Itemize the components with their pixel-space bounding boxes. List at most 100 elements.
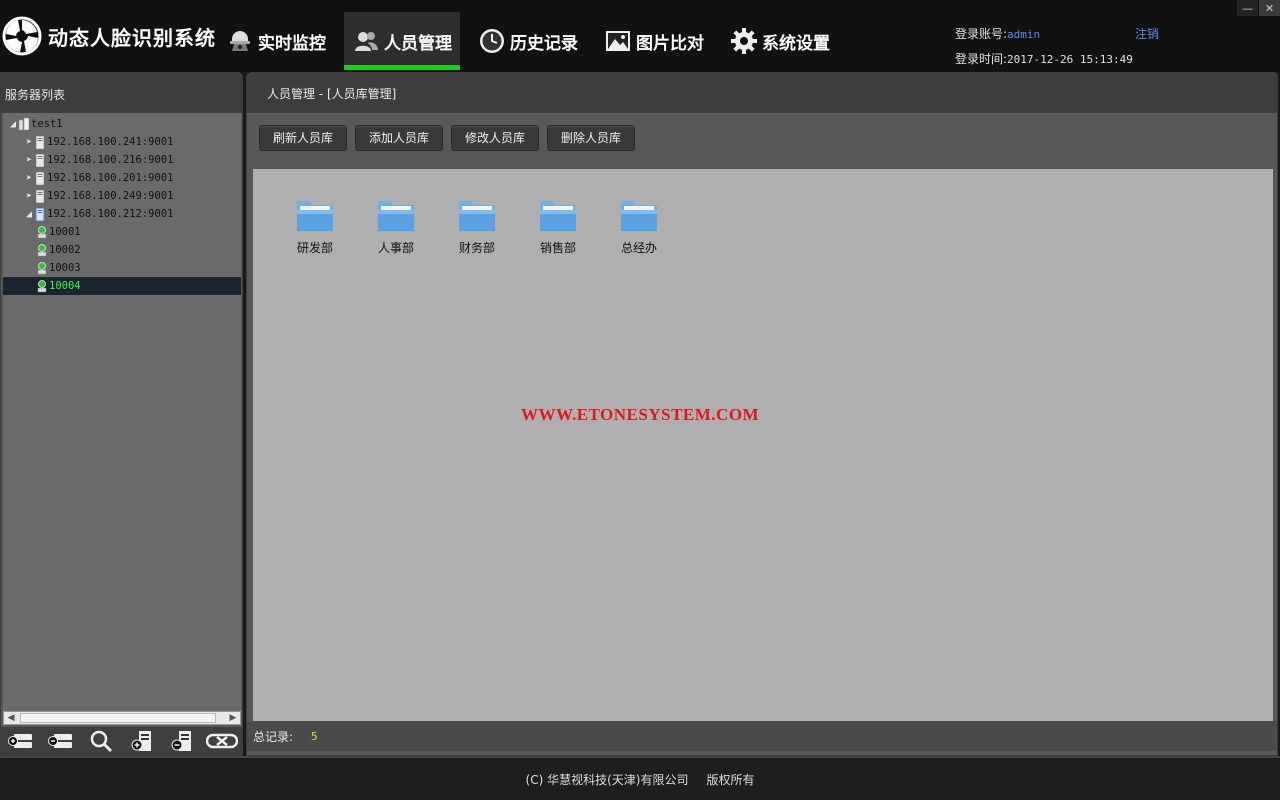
scroll-thumb[interactable] <box>20 713 216 723</box>
camera-device-icon <box>37 225 47 238</box>
window-controls: — ✕ <box>1236 0 1280 16</box>
nav-person-management[interactable]: 人员管理 <box>344 12 460 70</box>
nav-image-compare[interactable]: 图片比对 <box>596 12 712 70</box>
remove-server-icon[interactable] <box>44 728 78 754</box>
folder-label: 总经办 <box>620 241 657 255</box>
tree-item-server[interactable]: ➤ 192.168.100.249:9001 <box>3 187 241 205</box>
folder-item[interactable]: 财务部 <box>451 197 503 261</box>
tree-item-label: 192.168.100.201:9001 <box>47 172 174 184</box>
expanded-arrow-icon[interactable]: ◢ <box>7 118 19 130</box>
add-device-icon[interactable] <box>125 728 159 754</box>
tree-item-label: 10003 <box>49 262 81 274</box>
footer: (C) 华慧视科技(天津)有限公司 版权所有 <box>0 756 1280 800</box>
tree-item-server[interactable]: ➤ 192.168.100.216:9001 <box>3 151 241 169</box>
collapsed-arrow-icon[interactable]: ➤ <box>23 154 35 166</box>
clock-icon <box>478 27 506 55</box>
tree-item-label: 192.168.100.216:9001 <box>47 154 174 166</box>
server-icon <box>35 189 45 203</box>
logout-link[interactable]: 注销 <box>1135 22 1159 47</box>
tree-item-label: 192.168.100.249:9001 <box>47 190 174 202</box>
folder-label: 财务部 <box>458 241 495 255</box>
rights-text: 版权所有 <box>706 772 755 787</box>
library-grid: WWW.ETONESYSTEM.COM 研发部 人事部 财务部 销售部 总经办 <box>253 169 1273 721</box>
collapsed-arrow-icon[interactable]: ➤ <box>23 136 35 148</box>
nav-label: 历史记录 <box>510 33 578 54</box>
tree-item-label: 10004 <box>49 280 81 292</box>
folder-icon <box>297 201 333 231</box>
nav-label: 系统设置 <box>762 33 830 54</box>
tree-item-label: 10001 <box>49 226 81 238</box>
remove-device-icon[interactable] <box>165 728 199 754</box>
status-bar: 总记录: 5 <box>247 721 1277 751</box>
folder-icon <box>378 201 414 231</box>
gear-icon <box>730 27 758 55</box>
server-icon <box>35 171 45 185</box>
nav-label: 图片比对 <box>636 33 704 54</box>
tree-item-camera[interactable]: 10002 <box>3 241 241 259</box>
tree-item-server[interactable]: ➤ 192.168.100.241:9001 <box>3 133 241 151</box>
server-tree: ◢ test1 ➤ 192.168.100.241:9001 ➤ 192.168.100.… <box>3 113 241 711</box>
collapsed-arrow-icon[interactable]: ➤ <box>23 172 35 184</box>
server-list-panel: 服务器列表 ◢ test1 ➤ 192.168.100.241:9001 ➤ 192.16… <box>0 72 243 756</box>
folder-label: 研发部 <box>296 241 333 255</box>
disconnect-icon[interactable] <box>205 728 239 754</box>
total-records-label: 总记录: <box>253 729 294 744</box>
account-value: admin <box>1007 28 1041 41</box>
search-icon[interactable] <box>84 728 118 754</box>
tree-item-label: test1 <box>31 118 63 130</box>
camera-device-icon <box>37 261 47 274</box>
app-title: 动态人脸识别系统 <box>48 25 216 50</box>
library-toolbar: 刷新人员库 添加人员库 修改人员库 删除人员库 <box>259 125 643 151</box>
nav-label: 人员管理 <box>384 33 452 54</box>
close-button[interactable]: ✕ <box>1258 0 1280 16</box>
folder-item[interactable]: 研发部 <box>289 197 341 261</box>
server-list-title: 服务器列表 <box>1 73 242 113</box>
add-server-icon[interactable] <box>4 728 38 754</box>
tree-item-camera[interactable]: 10004 <box>3 277 241 295</box>
expanded-arrow-icon[interactable]: ◢ <box>23 208 35 220</box>
nav-realtime-monitor[interactable]: 实时监控 <box>218 12 334 70</box>
folder-item[interactable]: 总经办 <box>613 197 665 261</box>
breadcrumb: 人员管理 - [人员库管理] <box>247 73 1277 113</box>
folder-icon <box>540 201 576 231</box>
refresh-library-button[interactable]: 刷新人员库 <box>259 125 348 151</box>
nav-history[interactable]: 历史记录 <box>470 12 586 70</box>
tree-item-camera[interactable]: 10001 <box>3 223 241 241</box>
tree-item-server[interactable]: ➤ 192.168.100.201:9001 <box>3 169 241 187</box>
image-icon <box>604 27 632 55</box>
folder-icon <box>459 201 495 231</box>
server-group-icon <box>19 117 29 130</box>
person-library-panel: 人员管理 - [人员库管理] 刷新人员库 添加人员库 修改人员库 删除人员库 W… <box>246 72 1278 756</box>
folder-label: 销售部 <box>539 241 576 255</box>
scroll-left-icon[interactable]: ◀ <box>4 712 18 724</box>
header-bar: 动态人脸识别系统 实时监控 人员管理 历史记录 图片比对 系统设置 登录账号: … <box>0 0 1280 72</box>
tree-item-label: 192.168.100.241:9001 <box>47 136 174 148</box>
collapsed-arrow-icon[interactable]: ➤ <box>23 190 35 202</box>
tree-item-label: 10002 <box>49 244 81 256</box>
delete-library-button[interactable]: 删除人员库 <box>547 125 636 151</box>
login-time-label: 登录时间: <box>955 52 1008 66</box>
brand: 动态人脸识别系统 <box>2 14 216 58</box>
tree-item-camera[interactable]: 10003 <box>3 259 241 277</box>
tree-item-label: 192.168.100.212:9001 <box>47 208 174 220</box>
folder-icon <box>621 201 657 231</box>
surveillance-camera-icon <box>226 27 254 55</box>
server-icon <box>35 207 45 221</box>
server-icon <box>35 135 45 149</box>
horizontal-scrollbar[interactable]: ◀ ▶ <box>3 711 241 725</box>
tree-item-server[interactable]: ◢ 192.168.100.212:9001 <box>3 205 241 223</box>
aperture-logo-icon <box>2 16 42 56</box>
server-icon <box>35 153 45 167</box>
server-toolbar <box>1 727 242 755</box>
nav-system-settings[interactable]: 系统设置 <box>722 12 838 70</box>
folder-label: 人事部 <box>377 241 414 255</box>
add-library-button[interactable]: 添加人员库 <box>355 125 444 151</box>
folder-item[interactable]: 销售部 <box>532 197 584 261</box>
minimize-button[interactable]: — <box>1236 0 1258 16</box>
scroll-right-icon[interactable]: ▶ <box>226 712 240 724</box>
folder-item[interactable]: 人事部 <box>370 197 422 261</box>
edit-library-button[interactable]: 修改人员库 <box>451 125 540 151</box>
main-nav: 实时监控 人员管理 历史记录 图片比对 系统设置 <box>218 12 848 70</box>
account-label: 登录账号: <box>955 27 1008 41</box>
tree-item-root[interactable]: ◢ test1 <box>3 115 241 133</box>
